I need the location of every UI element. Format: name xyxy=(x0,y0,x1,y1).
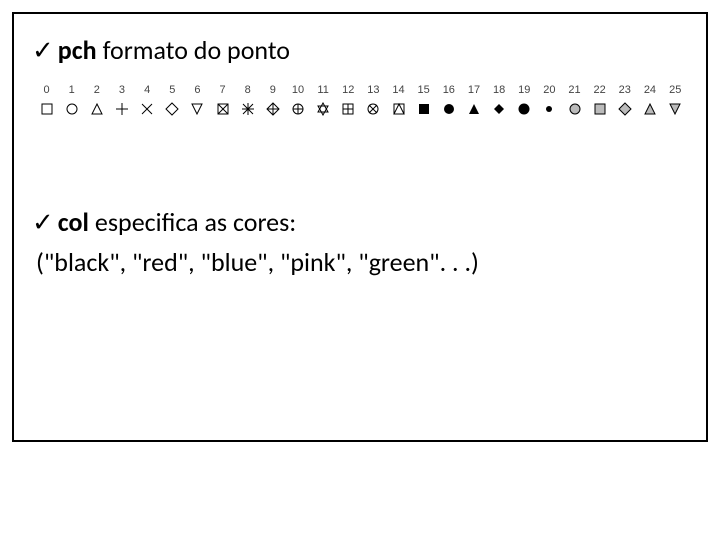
color-examples: ("black", "red", "blue", "pink", "green"… xyxy=(32,246,688,278)
pch-label: 14 xyxy=(386,84,411,96)
pch-label: 24 xyxy=(637,84,662,96)
pch-label: 7 xyxy=(210,84,235,96)
pch-label: 12 xyxy=(336,84,361,96)
pch-2-open-triangle-up-icon xyxy=(84,96,109,116)
check-icon: ✓ xyxy=(32,37,54,63)
pch-label: 22 xyxy=(587,84,612,96)
pch-12-square-plus-icon xyxy=(336,96,361,116)
pch-21-fill-circle-border-icon xyxy=(562,96,587,116)
pch-13-circle-x-icon xyxy=(361,96,386,116)
pch-4-x-icon xyxy=(135,96,160,116)
pch-label: 3 xyxy=(109,84,134,96)
pch-18-filled-diamond-icon xyxy=(487,96,512,116)
text-col: especifica as cores: xyxy=(95,206,296,238)
pch-label: 18 xyxy=(487,84,512,96)
pch-label: 10 xyxy=(285,84,310,96)
pch-label: 8 xyxy=(235,84,260,96)
pch-5-open-diamond-icon xyxy=(160,96,185,116)
param-pch: pch xyxy=(58,34,97,66)
pch-label: 5 xyxy=(160,84,185,96)
pch-symbol-row xyxy=(34,96,688,116)
pch-label: 16 xyxy=(436,84,461,96)
bullet-col: ✓ col especifica as cores: xyxy=(32,206,688,238)
pch-10-circle-plus-icon xyxy=(285,96,310,116)
check-icon: ✓ xyxy=(32,209,54,235)
pch-label: 17 xyxy=(461,84,486,96)
pch-17-filled-triangle-icon xyxy=(461,96,486,116)
text-pch: formato do ponto xyxy=(103,34,290,66)
pch-label: 23 xyxy=(612,84,637,96)
pch-22-fill-square-border-icon xyxy=(587,96,612,116)
pch-15-filled-square-icon xyxy=(411,96,436,116)
param-col: col xyxy=(58,206,89,238)
pch-label: 20 xyxy=(537,84,562,96)
pch-label: 4 xyxy=(135,84,160,96)
pch-3-plus-icon xyxy=(109,96,134,116)
pch-label: 25 xyxy=(663,84,688,96)
pch-25-fill-triangle-down-border-icon xyxy=(663,96,688,116)
pch-symbol-table: 0 1 2 3 4 5 6 7 8 9 10 11 12 13 14 15 16… xyxy=(32,84,688,116)
pch-label: 11 xyxy=(311,84,336,96)
pch-9-diamond-plus-icon xyxy=(260,96,285,116)
pch-23-fill-diamond-border-icon xyxy=(612,96,637,116)
pch-1-open-circle-icon xyxy=(59,96,84,116)
pch-label: 2 xyxy=(84,84,109,96)
pch-6-open-triangle-down-icon xyxy=(185,96,210,116)
pch-label: 19 xyxy=(512,84,537,96)
pch-16-filled-circle-icon xyxy=(436,96,461,116)
pch-label: 15 xyxy=(411,84,436,96)
pch-11-star-of-david-icon xyxy=(311,96,336,116)
pch-14-square-triangle-icon xyxy=(386,96,411,116)
pch-20-small-dot-icon xyxy=(537,96,562,116)
pch-label: 9 xyxy=(260,84,285,96)
pch-label: 21 xyxy=(562,84,587,96)
pch-label: 0 xyxy=(34,84,59,96)
pch-label: 6 xyxy=(185,84,210,96)
pch-8-asterisk-icon xyxy=(235,96,260,116)
pch-label-row: 0 1 2 3 4 5 6 7 8 9 10 11 12 13 14 15 16… xyxy=(34,84,688,96)
pch-7-square-x-icon xyxy=(210,96,235,116)
slide-frame: ✓ pch formato do ponto 0 1 2 3 4 5 6 7 8… xyxy=(12,12,708,442)
pch-19-solid-circle-icon xyxy=(512,96,537,116)
bullet-pch: ✓ pch formato do ponto xyxy=(32,34,688,66)
pch-0-open-square-icon xyxy=(34,96,59,116)
pch-label: 1 xyxy=(59,84,84,96)
pch-label: 13 xyxy=(361,84,386,96)
pch-24-fill-triangle-up-border-icon xyxy=(637,96,662,116)
